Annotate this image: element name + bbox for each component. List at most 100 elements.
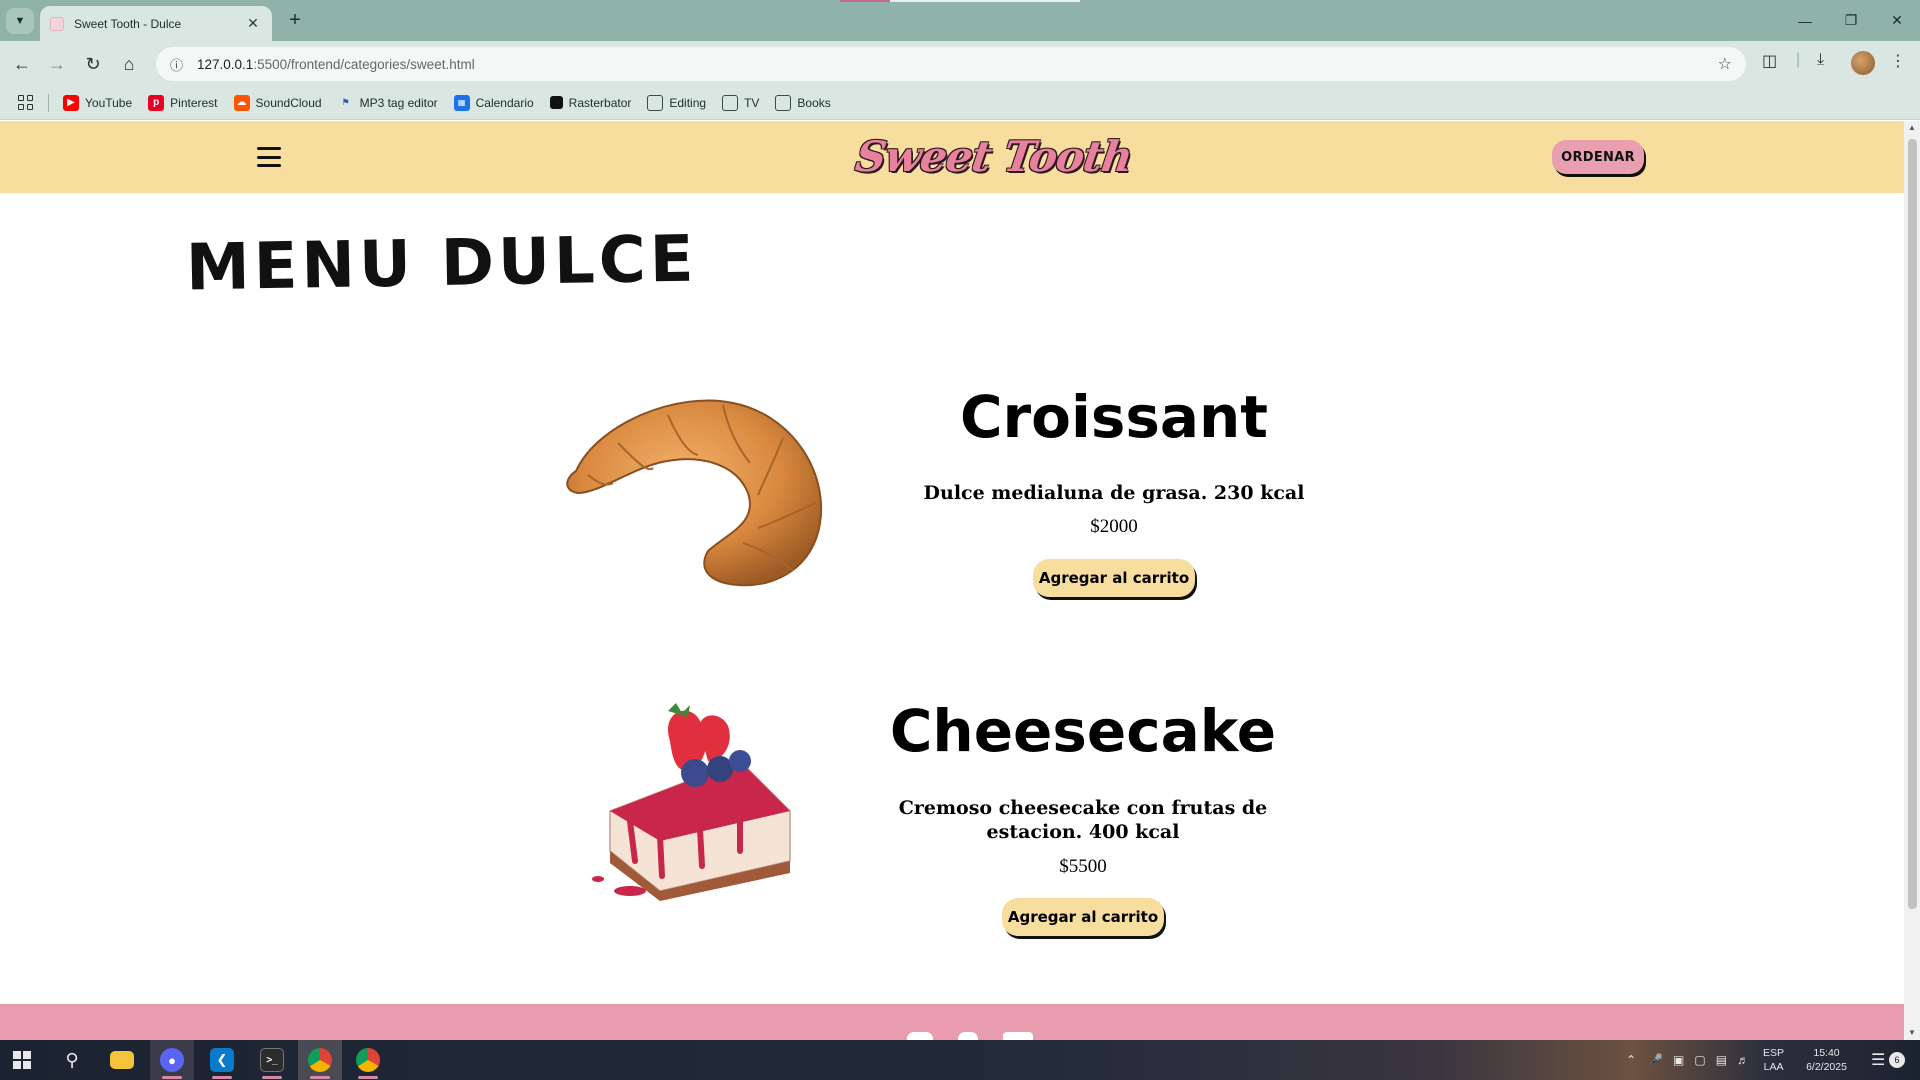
bookmark-folder-tv[interactable]: TV bbox=[722, 94, 759, 111]
soundcloud-icon: ☁ bbox=[233, 94, 250, 111]
tab-title: Sweet Tooth - Dulce bbox=[74, 16, 182, 31]
windows-taskbar: ⚲ ● ❮ >_ ⌃ 🎤 ▣ ▢ ▤ ♬ ESP LAA 15:40 6/2/2… bbox=[0, 1040, 1920, 1080]
social-icon[interactable] bbox=[1003, 1032, 1033, 1040]
language-indicator[interactable]: ESP LAA bbox=[1763, 1046, 1784, 1074]
product-price: $5500 bbox=[1059, 856, 1107, 877]
chrome-icon bbox=[356, 1048, 380, 1072]
social-icon[interactable] bbox=[907, 1032, 933, 1040]
page-title: MENU DULCE bbox=[185, 222, 699, 306]
address-bar[interactable]: ⓘ 127.0.0.1:5500/frontend/categories/swe… bbox=[156, 47, 1746, 81]
product-name: Cheesecake bbox=[889, 697, 1277, 765]
browser-tab-active[interactable]: Sweet Tooth - Dulce ✕ bbox=[40, 6, 272, 41]
tab-strip-indicator bbox=[840, 0, 1080, 2]
apps-grid-icon[interactable] bbox=[18, 94, 34, 111]
reload-icon[interactable]: ↻ bbox=[79, 50, 107, 78]
bookmarks-divider bbox=[48, 93, 49, 112]
site-favicon-icon bbox=[50, 16, 64, 31]
rasterbator-icon bbox=[549, 96, 563, 109]
product-description: Dulce medialuna de grasa. 230 kcal bbox=[923, 482, 1305, 504]
chrome-icon bbox=[308, 1048, 332, 1072]
add-to-cart-button[interactable]: Agregar al carrito bbox=[1002, 898, 1164, 936]
chevron-up-icon[interactable]: ⌃ bbox=[1626, 1053, 1636, 1067]
taskbar-discord[interactable]: ● bbox=[150, 1040, 194, 1080]
forward-arrow-icon[interactable]: → bbox=[43, 50, 71, 78]
close-tab-icon[interactable]: ✕ bbox=[244, 15, 262, 32]
product-name: Croissant bbox=[959, 383, 1269, 451]
add-to-cart-button[interactable]: Agregar al carrito bbox=[1033, 559, 1195, 597]
extensions-icon[interactable]: ◫ bbox=[1762, 51, 1777, 71]
minimize-icon[interactable]: — bbox=[1782, 0, 1828, 41]
pinterest-icon: p bbox=[148, 94, 165, 111]
volume-icon[interactable]: ♬ bbox=[1737, 1053, 1749, 1067]
calendar-icon: ▦ bbox=[453, 94, 470, 111]
croissant-image bbox=[566, 399, 823, 587]
bookmark-calendario[interactable]: ▦ Calendario bbox=[453, 94, 534, 111]
browser-toolbar: ← → ↻ ⌂ ⓘ 127.0.0.1:5500/frontend/catego… bbox=[0, 41, 1920, 86]
site-info-icon[interactable]: ⓘ bbox=[170, 55, 183, 74]
taskbar-terminal[interactable]: >_ bbox=[250, 1040, 294, 1080]
taskbar-search[interactable]: ⚲ bbox=[50, 1040, 94, 1080]
bookmark-pinterest[interactable]: p Pinterest bbox=[148, 94, 218, 111]
taskbar-vscode[interactable]: ❮ bbox=[200, 1040, 244, 1080]
bookmark-star-icon[interactable]: ☆ bbox=[1718, 54, 1732, 74]
bookmark-mp3-tag-editor[interactable]: ⚑ MP3 tag editor bbox=[338, 95, 438, 111]
site-footer bbox=[0, 1004, 1904, 1040]
system-tray: ⌃ 🎤 ▣ ▢ ▤ ♬ ESP LAA 15:40 6/2/2025 ☰ bbox=[1626, 1040, 1885, 1080]
browser-tab-bar: ▼ Sweet Tooth - Dulce ✕ + — ❐ ✕ bbox=[0, 0, 1920, 41]
terminal-icon: >_ bbox=[260, 1048, 284, 1072]
restore-icon[interactable]: ❐ bbox=[1828, 0, 1874, 41]
bookmark-soundcloud[interactable]: ☁ SoundCloud bbox=[233, 94, 322, 111]
close-window-icon[interactable]: ✕ bbox=[1874, 0, 1920, 41]
chevron-down-icon: ▼ bbox=[14, 15, 26, 27]
notifications-icon[interactable]: ☰ bbox=[1871, 1050, 1885, 1070]
vscode-icon: ❮ bbox=[210, 1048, 234, 1072]
more-menu-icon[interactable]: ⋮ bbox=[1890, 51, 1906, 71]
microphone-icon[interactable]: 🎤 bbox=[1648, 1053, 1663, 1067]
bookmarks-bar: ▶ YouTube p Pinterest ☁ SoundCloud ⚑ MP3 tag… bbox=[0, 86, 1920, 120]
order-button[interactable]: ORDENAR bbox=[1552, 140, 1644, 174]
scroll-down-icon[interactable]: ▼ bbox=[1904, 1026, 1920, 1040]
cheesecake-image bbox=[592, 703, 791, 901]
scrollbar-thumb[interactable] bbox=[1908, 139, 1917, 909]
bookmark-youtube[interactable]: ▶ YouTube bbox=[63, 94, 132, 111]
downloads-icon[interactable]: ⤓ bbox=[1817, 51, 1824, 69]
folder-icon bbox=[775, 94, 792, 111]
home-icon[interactable]: ⌂ bbox=[115, 50, 143, 78]
scroll-up-icon[interactable]: ▲ bbox=[1904, 121, 1920, 135]
search-icon: ⚲ bbox=[65, 1049, 79, 1070]
start-button[interactable] bbox=[0, 1040, 44, 1080]
youtube-icon: ▶ bbox=[63, 94, 79, 111]
meet-icon[interactable]: ▢ bbox=[1694, 1053, 1705, 1067]
social-icon[interactable] bbox=[958, 1032, 978, 1040]
folder-icon bbox=[647, 94, 664, 111]
camera-icon[interactable]: ▣ bbox=[1673, 1053, 1684, 1067]
folder-icon bbox=[722, 94, 739, 111]
page-viewport: Sweet Tooth ORDENAR MENU DULCE Croissant … bbox=[0, 121, 1904, 1040]
bookmark-folder-editing[interactable]: Editing bbox=[647, 94, 706, 111]
notification-count-badge: 6 bbox=[1889, 1052, 1905, 1068]
clock[interactable]: 15:40 6/2/2025 bbox=[1806, 1046, 1847, 1074]
folder-icon bbox=[110, 1051, 134, 1069]
toolbar-divider: | bbox=[1796, 51, 1801, 68]
new-tab-button[interactable]: + bbox=[282, 8, 308, 34]
back-arrow-icon[interactable]: ← bbox=[8, 50, 36, 78]
bookmark-folder-books[interactable]: Books bbox=[775, 94, 831, 111]
page-scrollbar[interactable]: ▲ ▼ bbox=[1904, 121, 1920, 1040]
taskbar-chrome-profile[interactable] bbox=[346, 1040, 390, 1080]
site-header: Sweet Tooth ORDENAR bbox=[0, 121, 1904, 193]
product-description: Cremoso cheesecake con frutas de estacio… bbox=[898, 797, 1268, 843]
site-logo[interactable]: Sweet Tooth bbox=[852, 129, 1135, 185]
bookmark-rasterbator[interactable]: Rasterbator bbox=[549, 96, 631, 110]
url-text[interactable]: 127.0.0.1:5500/frontend/categories/sweet… bbox=[197, 57, 1718, 72]
network-icon[interactable]: ▤ bbox=[1716, 1053, 1727, 1067]
hamburger-menu-icon[interactable] bbox=[257, 147, 281, 167]
taskbar-chrome[interactable] bbox=[298, 1040, 342, 1080]
tag-icon: ⚑ bbox=[341, 97, 350, 107]
tab-search-button[interactable]: ▼ bbox=[6, 8, 34, 34]
profile-avatar[interactable] bbox=[1851, 51, 1875, 75]
taskbar-file-explorer[interactable] bbox=[100, 1040, 144, 1080]
product-price: $2000 bbox=[1090, 516, 1138, 537]
discord-icon: ● bbox=[160, 1048, 184, 1072]
windows-logo-icon bbox=[13, 1051, 31, 1069]
window-controls: — ❐ ✕ bbox=[1782, 0, 1920, 41]
